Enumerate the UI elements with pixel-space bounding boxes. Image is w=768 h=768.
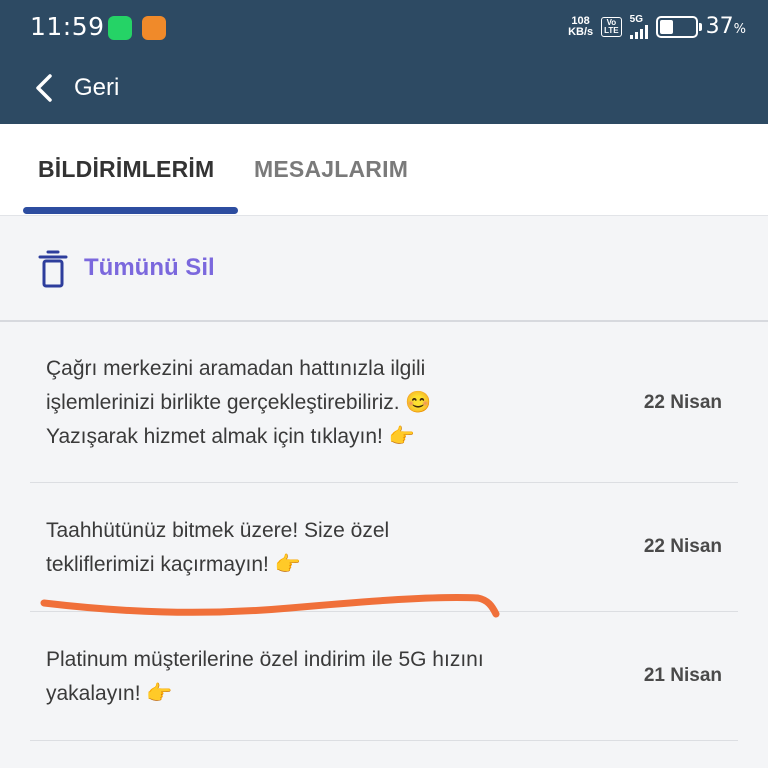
- app-header: Geri: [0, 58, 768, 124]
- list-divider: [30, 740, 738, 741]
- notification-line: yakalayın! 👉: [46, 682, 173, 705]
- notification-line: Yazışarak hizmet almak için tıklayın! 👉: [46, 425, 415, 448]
- tab-bar: BİLDİRİMLERİM MESAJLARIM: [0, 124, 768, 216]
- whatsapp-icon: [108, 16, 132, 40]
- tab-notifications[interactable]: BİLDİRİMLERİM: [38, 156, 214, 183]
- tab-messages[interactable]: MESAJLARIM: [254, 156, 408, 183]
- battery-percent-unit: %: [733, 22, 746, 37]
- trash-icon[interactable]: [38, 250, 68, 288]
- hepsiburada-icon: [142, 16, 166, 40]
- notification-date: 22 Nisan: [643, 392, 722, 413]
- notification-text: Platinum müşterilerine özel indirim ile …: [46, 643, 586, 711]
- signal-icon: 5G: [629, 13, 648, 39]
- signal-bars: [629, 24, 648, 39]
- active-tab-indicator: [23, 207, 238, 214]
- volte-icon: Vo LTE: [601, 16, 622, 37]
- notification-item[interactable]: Platinum müşterilerine özel indirim ile …: [0, 612, 768, 740]
- delete-all-button[interactable]: Tümünü Sil: [84, 254, 215, 282]
- notification-line: Çağrı merkezini aramadan hattınızla ilgi…: [46, 357, 426, 380]
- notification-text: Çağrı merkezini aramadan hattınızla ilgi…: [46, 352, 586, 454]
- notification-date: 21 Nisan: [643, 665, 722, 686]
- network-speed: 108 KB/s: [568, 14, 594, 38]
- notification-line: işlemlerinizi birlikte gerçekleştirebili…: [46, 391, 432, 414]
- status-indicators: 108 KB/s Vo LTE 5G 37%: [568, 14, 746, 39]
- battery-percent-value: 37: [705, 14, 734, 39]
- network-speed-value: 108: [571, 14, 590, 27]
- back-button[interactable]: Geri: [74, 74, 119, 102]
- notification-text: Taahhütünüz bitmek üzere! Size özel tekl…: [46, 514, 586, 582]
- notification-line: Platinum müşterilerine özel indirim ile …: [46, 648, 484, 671]
- status-time: 11:59: [30, 12, 105, 41]
- status-bar: 11:59 108 KB/s Vo LTE 5G 37%: [0, 0, 768, 58]
- network-speed-unit: KB/s: [568, 25, 594, 38]
- notification-date: 22 Nisan: [643, 536, 722, 557]
- volte-bottom: LTE: [604, 25, 619, 35]
- battery-icon: [655, 15, 702, 38]
- notification-line: tekliflerimizi kaçırmayın! 👉: [46, 553, 301, 576]
- battery-percent: 37%: [706, 14, 746, 39]
- notification-item[interactable]: Taahhütünüz bitmek üzere! Size özel tekl…: [0, 483, 768, 611]
- notification-toolbar: Tümünü Sil: [0, 216, 768, 322]
- back-arrow-icon[interactable]: [34, 73, 54, 103]
- notification-line: Taahhütünüz bitmek üzere! Size özel: [46, 519, 390, 542]
- network-type: 5G: [629, 13, 643, 25]
- battery-fill: [659, 19, 673, 34]
- notification-item[interactable]: Çağrı merkezini aramadan hattınızla ilgi…: [0, 322, 768, 482]
